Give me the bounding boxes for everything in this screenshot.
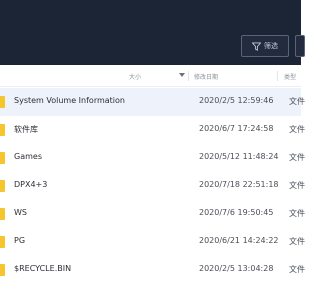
list-item[interactable]: 软件库 2020/6/7 17:24:58 文件 — [0, 116, 305, 144]
item-modified: 2020/7/6 19:50:45 — [199, 208, 274, 217]
toolbar-button-partial[interactable] — [295, 35, 305, 57]
column-modified[interactable]: 修改日期 — [194, 72, 218, 81]
item-modified: 2020/2/5 12:59:46 — [199, 96, 274, 105]
list-item[interactable]: System Volume Information 2020/2/5 12:59… — [0, 88, 305, 116]
item-name: Games — [14, 152, 42, 161]
folder-icon — [0, 96, 5, 108]
sort-descending-icon[interactable] — [179, 73, 185, 77]
list-item[interactable]: Games 2020/5/12 11:48:24 文件 — [0, 144, 305, 172]
item-modified: 2020/2/5 13:04:28 — [199, 264, 274, 273]
item-type: 文件 — [289, 97, 305, 106]
filter-button[interactable]: 筛选 — [241, 35, 289, 57]
item-modified: 2020/6/21 14:24:22 — [199, 236, 279, 245]
item-name: $RECYCLE.BIN — [14, 264, 72, 273]
item-type: 文件 — [289, 265, 305, 274]
item-type: 文件 — [289, 153, 305, 162]
item-type: 文件 — [289, 209, 305, 218]
list-item[interactable]: PG 2020/6/21 14:24:22 文件 — [0, 228, 305, 256]
item-name: PG — [14, 236, 26, 245]
toolbar: 筛选 — [0, 0, 305, 65]
folder-icon — [0, 180, 5, 192]
list-item[interactable]: WS 2020/7/6 19:50:45 文件 — [0, 200, 305, 228]
folder-icon — [0, 208, 5, 220]
column-size[interactable]: 大小 — [129, 72, 141, 81]
list-item[interactable]: $RECYCLE.BIN 2020/2/5 13:04:28 文件 — [0, 256, 305, 284]
item-modified: 2020/6/7 17:24:58 — [199, 124, 274, 133]
folder-icon — [0, 236, 5, 248]
item-type: 文件 — [289, 237, 305, 246]
item-name: WS — [14, 208, 27, 217]
column-divider[interactable] — [188, 71, 189, 81]
item-modified: 2020/5/12 11:48:24 — [199, 152, 279, 161]
folder-icon — [0, 124, 5, 136]
item-type: 文件 — [289, 181, 305, 190]
column-divider[interactable] — [277, 71, 278, 81]
item-modified: 2020/7/18 22:51:18 — [199, 180, 279, 189]
list-item[interactable]: DPX4+3 2020/7/18 22:51:18 文件 — [0, 172, 305, 200]
filter-icon — [252, 41, 261, 51]
column-header: 大小 修改日期 类型 — [0, 65, 301, 87]
column-type[interactable]: 类型 — [284, 72, 296, 81]
folder-icon — [0, 264, 5, 276]
item-name: 软件库 — [14, 125, 38, 134]
item-name: System Volume Information — [14, 96, 125, 105]
item-type: 文件 — [289, 125, 305, 134]
folder-icon — [0, 152, 5, 164]
item-name: DPX4+3 — [14, 180, 48, 189]
filter-button-label: 筛选 — [264, 42, 278, 50]
